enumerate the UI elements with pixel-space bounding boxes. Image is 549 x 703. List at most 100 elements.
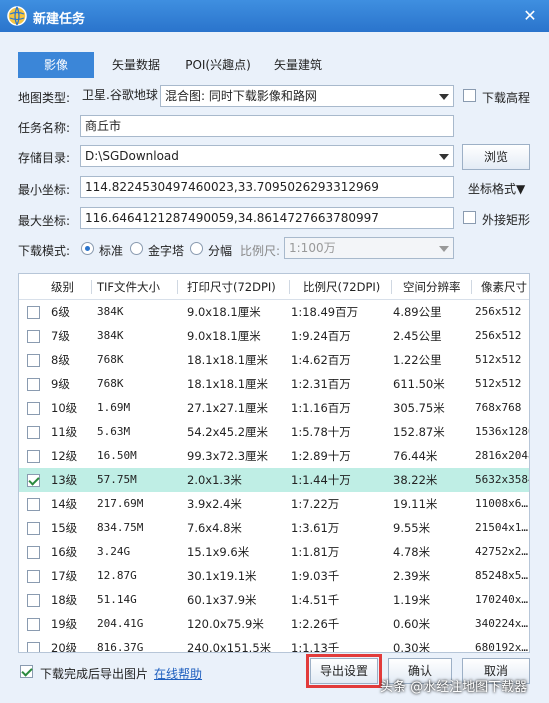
row-checkbox[interactable] [27, 522, 40, 535]
cell-res: 611.50米 [393, 377, 445, 391]
col-separator [471, 280, 472, 294]
cell-scale: 1:1.16百万 [291, 401, 351, 415]
row-checkbox[interactable] [27, 426, 40, 439]
cell-res: 1.22公里 [393, 353, 442, 367]
cell-pixels: 768x768 [475, 401, 522, 414]
table-row[interactable]: 14级 217.69M 3.9x2.4米 1:7.22万 19.11米 11008x6… [19, 492, 529, 516]
storage-dir-value: D:\SGDownload [85, 149, 179, 163]
row-checkbox[interactable] [27, 594, 40, 607]
cell-pixels: 1536x1280 [475, 425, 530, 438]
coord-format-dropdown[interactable]: 坐标格式▼ [468, 180, 525, 197]
tab-vector-building[interactable]: 矢量建筑 [266, 52, 330, 78]
scale-select[interactable]: 1:100万 [284, 237, 454, 259]
chevron-down-icon [439, 246, 449, 252]
cell-res: 2.39米 [393, 569, 431, 583]
download-elevation-label: 下载高程 [482, 91, 531, 105]
cell-scale: 1:9.03千 [291, 569, 340, 583]
row-checkbox[interactable] [27, 330, 40, 343]
scale-label: 比例尺: [240, 244, 281, 258]
tab-vector-data[interactable]: 矢量数据 [104, 52, 168, 78]
cell-res: 152.87米 [393, 425, 445, 439]
cell-size: 204.41G [97, 617, 144, 630]
cell-size: 51.14G [97, 593, 137, 606]
col-print-size[interactable]: 打印尺寸(72DPI) [187, 274, 276, 300]
table-row[interactable]: 7级 384K 9.0x18.1厘米 1:9.24百万 2.45公里 256x512 [19, 324, 529, 348]
cell-size: 816.37G [97, 641, 144, 653]
table-row[interactable]: 6级 384K 9.0x18.1厘米 1:18.49百万 4.89公里 256x512 [19, 300, 529, 324]
col-separator [289, 280, 290, 294]
row-checkbox[interactable] [27, 498, 40, 511]
cell-scale: 1:3.61万 [291, 521, 340, 535]
download-elevation-checkbox[interactable] [463, 89, 476, 102]
online-help-link[interactable]: 在线帮助 [154, 665, 202, 682]
table-row[interactable]: 13级 57.75M 2.0x1.3米 1:1.44十万 38.22米 5632x3584 [19, 468, 529, 492]
table-row[interactable]: 15级 834.75M 7.6x4.8米 1:3.61万 9.55米 21504x1… [19, 516, 529, 540]
cell-level: 12级 [51, 449, 78, 463]
cell-level: 16级 [51, 545, 78, 559]
download-mode-label: 下载模式: [18, 244, 71, 258]
mode-standard-radio[interactable] [81, 242, 94, 255]
table-row[interactable]: 11级 5.63M 54.2x45.2厘米 1:5.78十万 152.87米 1536x1… [19, 420, 530, 444]
row-checkbox[interactable] [27, 546, 40, 559]
title-bar: 新建任务 ✕ [0, 0, 549, 32]
col-pixel-size[interactable]: 像素尺寸 [481, 274, 527, 300]
map-type-select[interactable]: 混合图: 同时下载影像和路网 [160, 85, 454, 107]
table-header: 级别 TIF文件大小 打印尺寸(72DPI) 比例尺(72DPI) 空间分辨率 … [19, 274, 529, 300]
cell-print: 27.1x27.1厘米 [187, 401, 269, 415]
col-tif-size[interactable]: TIF文件大小 [97, 274, 160, 300]
min-coord-input[interactable]: 114.8224530497460023,33.7095026293312969 [80, 176, 454, 198]
max-coord-input[interactable]: 116.6464121287490059,34.8614727663780997 [80, 207, 454, 229]
row-checkbox[interactable] [27, 618, 40, 631]
row-checkbox[interactable] [27, 354, 40, 367]
table-row[interactable]: 20级 816.37G 240.0x151.5米 1:1.13千 0.30米 680192… [19, 636, 529, 653]
cell-pixels: 256x512 [475, 329, 522, 342]
table-row[interactable]: 10级 1.69M 27.1x27.1厘米 1:1.16百万 305.75米 768x76… [19, 396, 529, 420]
col-resolution[interactable]: 空间分辨率 [403, 274, 461, 300]
task-name-input[interactable]: 商丘市 [80, 115, 454, 137]
cell-size: 16.50M [97, 449, 137, 462]
close-icon[interactable]: ✕ [519, 5, 541, 27]
cell-level: 10级 [51, 401, 78, 415]
mode-split-radio[interactable] [190, 242, 203, 255]
table-row[interactable]: 12级 16.50M 99.3x72.3厘米 1:2.89十万 76.44米 2816x2… [19, 444, 529, 468]
browse-button[interactable]: 浏览 [462, 144, 530, 170]
cell-pixels: 512x512 [475, 377, 522, 390]
cell-size: 3.24G [97, 545, 131, 558]
cell-print: 30.1x19.1米 [187, 569, 257, 583]
table-row[interactable]: 8级 768K 18.1x18.1厘米 1:4.62百万 1.22公里 512x512 [19, 348, 529, 372]
row-checkbox[interactable] [27, 642, 40, 652]
cell-size: 12.87G [97, 569, 137, 582]
storage-dir-select[interactable]: D:\SGDownload [80, 145, 454, 167]
row-checkbox[interactable] [27, 570, 40, 583]
min-coord-label: 最小坐标: [18, 183, 71, 197]
table-row[interactable]: 18级 51.14G 60.1x37.9米 1:4.51千 1.19米 170240x… [19, 588, 529, 612]
row-checkbox[interactable] [27, 474, 40, 487]
cell-res: 76.44米 [393, 449, 438, 463]
cell-res: 305.75米 [393, 401, 445, 415]
col-scale[interactable]: 比例尺(72DPI) [303, 274, 380, 300]
cell-pixels: 42752x2… [475, 545, 528, 558]
tab-poi[interactable]: POI(兴趣点) [178, 52, 258, 78]
row-checkbox[interactable] [27, 402, 40, 415]
cell-size: 384K [97, 305, 124, 318]
col-level[interactable]: 级别 [51, 274, 74, 300]
mode-pyramid-radio[interactable] [130, 242, 143, 255]
tab-imagery[interactable]: 影像 [18, 52, 94, 78]
table-row[interactable]: 16级 3.24G 15.1x9.6米 1:1.81万 4.78米 42752x2… [19, 540, 529, 564]
cell-print: 15.1x9.6米 [187, 545, 250, 559]
task-name-label: 任务名称: [18, 121, 71, 135]
highlight-annotation [306, 654, 382, 688]
cell-level: 15级 [51, 521, 78, 535]
table-row[interactable]: 19级 204.41G 120.0x75.9米 1:2.26千 0.60米 340224x… [19, 612, 529, 636]
export-after-checkbox[interactable] [20, 665, 33, 678]
table-row[interactable]: 9级 768K 18.1x18.1厘米 1:2.31百万 611.50米 512x512 [19, 372, 529, 396]
row-checkbox[interactable] [27, 378, 40, 391]
table-row[interactable]: 17级 12.87G 30.1x19.1米 1:9.03千 2.39米 85248x5… [19, 564, 529, 588]
cell-level: 19级 [51, 617, 78, 631]
row-checkbox[interactable] [27, 306, 40, 319]
storage-dir-label: 存储目录: [18, 151, 71, 165]
map-type-label: 地图类型: [18, 91, 71, 105]
cell-print: 18.1x18.1厘米 [187, 377, 269, 391]
bounding-rect-checkbox[interactable] [463, 211, 476, 224]
row-checkbox[interactable] [27, 450, 40, 463]
